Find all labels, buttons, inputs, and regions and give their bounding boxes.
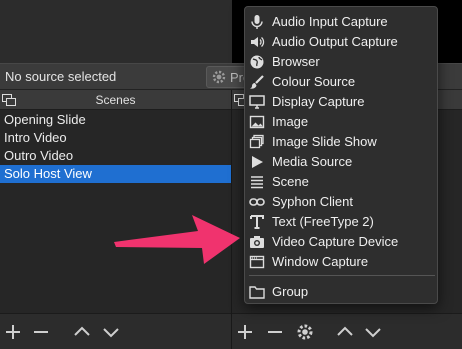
play-icon (249, 154, 265, 170)
scene-list-item[interactable]: Outro Video (0, 147, 231, 165)
menu-item-label: Display Capture (272, 94, 365, 109)
microphone-icon (249, 14, 265, 30)
menu-item-link[interactable]: Syphon Client (245, 192, 437, 212)
menu-item-label: Group (272, 284, 309, 299)
menu-item-label: Colour Source (272, 74, 356, 89)
scenes-toolbar (0, 313, 231, 349)
link-icon (249, 194, 265, 210)
window-icon (249, 254, 265, 270)
speaker-icon (249, 34, 265, 50)
menu-item-image[interactable]: Image (245, 112, 437, 132)
slideshow-icon (249, 134, 265, 150)
text-icon (249, 214, 265, 230)
menu-item-text[interactable]: Text (FreeType 2) (245, 212, 437, 232)
pointer-arrow (114, 215, 240, 264)
source-settings-gear-icon[interactable] (295, 322, 315, 342)
float-dock-icon[interactable] (2, 94, 16, 106)
menu-item-label: Window Capture (272, 254, 369, 269)
menu-item-label: Scene (272, 174, 309, 189)
menu-item-label: Audio Input Capture (272, 14, 388, 29)
preview-area (0, 0, 232, 63)
move-scene-up-button[interactable] (72, 322, 92, 342)
scene-list-item[interactable]: Opening Slide (0, 111, 231, 129)
move-source-up-button[interactable] (335, 322, 355, 342)
menu-item-label: Media Source (272, 154, 353, 169)
menu-item-list[interactable]: Scene (245, 172, 437, 192)
scene-list-item[interactable]: Solo Host View (0, 165, 231, 183)
menu-item-label: Text (FreeType 2) (272, 214, 374, 229)
menu-item-label: Browser (272, 54, 320, 69)
scenes-title: Scenes (95, 93, 136, 107)
menu-item-label: Audio Output Capture (272, 34, 398, 49)
add-source-menu: Audio Input Capture Audio Output Capture B… (244, 6, 438, 304)
add-scene-button[interactable] (3, 322, 23, 342)
menu-item-camera[interactable]: Video Capture Device (245, 232, 437, 252)
folder-icon (249, 284, 265, 300)
menu-item-speaker[interactable]: Audio Output Capture (245, 32, 437, 52)
gear-icon (212, 70, 226, 84)
remove-scene-button[interactable] (31, 322, 51, 342)
menu-item-label: Video Capture Device (272, 234, 399, 249)
camera-icon (249, 234, 265, 250)
menu-item-brush[interactable]: Colour Source (245, 72, 437, 92)
sources-toolbar (232, 313, 462, 349)
monitor-icon (249, 94, 265, 110)
source-status-text: No source selected (5, 69, 117, 84)
menu-item-monitor[interactable]: Display Capture (245, 92, 437, 112)
menu-item-label: Image Slide Show (272, 134, 377, 149)
menu-item-label: Syphon Client (272, 194, 353, 209)
scene-list-item[interactable]: Intro Video (0, 129, 231, 147)
add-source-button[interactable] (235, 322, 255, 342)
menu-item-microphone[interactable]: Audio Input Capture (245, 12, 437, 32)
menu-item-label: Image (272, 114, 309, 129)
move-scene-down-button[interactable] (101, 322, 121, 342)
globe-icon (249, 54, 265, 70)
scene-list: Opening Slide Intro Video Outro Video Solo … (0, 111, 231, 183)
remove-source-button[interactable] (265, 322, 285, 342)
menu-item-globe[interactable]: Browser (245, 52, 437, 72)
list-icon (249, 174, 265, 190)
menu-item-play[interactable]: Media Source (245, 152, 437, 172)
image-icon (249, 114, 265, 130)
brush-icon (249, 74, 265, 90)
menu-item-window[interactable]: Window Capture (245, 252, 437, 272)
scenes-dock-title: Scenes (0, 90, 231, 110)
move-source-down-button[interactable] (363, 322, 383, 342)
menu-separator (249, 275, 435, 276)
menu-item-group[interactable]: Group (245, 282, 437, 302)
menu-item-slideshow[interactable]: Image Slide Show (245, 132, 437, 152)
